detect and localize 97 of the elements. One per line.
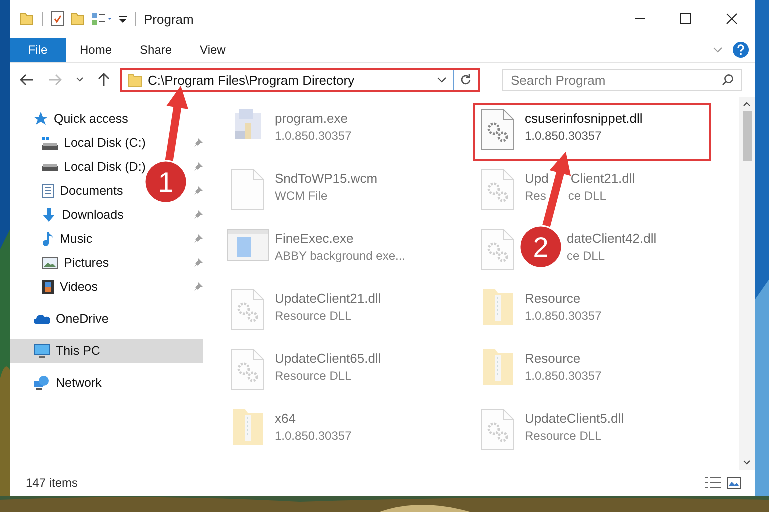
pin-icon[interactable]: [194, 138, 203, 148]
cloud-icon: [34, 314, 50, 324]
zipped-folder-icon: [233, 409, 263, 445]
nav-item[interactable]: OneDrive: [56, 312, 109, 326]
file-detail: WCM File: [275, 189, 329, 203]
gear-file-icon: [231, 289, 265, 331]
computer-icon: [34, 344, 50, 358]
gear-file-icon: [231, 349, 265, 391]
file-name: Upd: [525, 171, 549, 186]
chevron-down-icon[interactable]: [76, 77, 84, 83]
address-bar[interactable]: C:\Program Files\Program Directory: [120, 68, 480, 92]
file-icon: [231, 169, 265, 211]
window-title: Program: [144, 12, 194, 26]
nav-item[interactable]: Videos: [60, 280, 98, 294]
file-menu-button[interactable]: File: [10, 38, 66, 62]
file-name: Resource: [525, 291, 582, 306]
music-note-icon: [42, 232, 54, 246]
file-name: UpdateClient65.dll: [275, 351, 382, 366]
zipped-folder-icon: [483, 289, 513, 325]
pin-icon[interactable]: [194, 210, 203, 220]
drive-icon: [42, 164, 58, 170]
nav-item[interactable]: Network: [56, 376, 102, 390]
pin-icon[interactable]: [194, 282, 203, 292]
details-view-icon[interactable]: [705, 477, 721, 489]
gear-file-icon: [481, 409, 515, 451]
file-name: SndToWP15.wcm: [275, 171, 378, 186]
file-detail: 1.0.850.30357: [275, 129, 352, 143]
search-icon[interactable]: [722, 74, 734, 86]
file-name: UpdateClient21.dll: [275, 291, 382, 306]
scrollbar-thumb[interactable]: [742, 111, 752, 161]
nav-item[interactable]: Music: [60, 232, 93, 246]
gear-file-icon: [481, 229, 515, 271]
nav-item[interactable]: Documents: [60, 184, 124, 198]
file-name: Resource: [525, 351, 582, 366]
installer-icon: [235, 109, 261, 139]
film-icon: [42, 280, 54, 294]
ribbon-tab[interactable]: View: [186, 38, 240, 62]
scrollbar[interactable]: [739, 97, 755, 470]
dropdown-icon[interactable]: [119, 14, 127, 24]
file-item[interactable]: csuserinfosnippet.dll 1.0.850.30357: [473, 103, 711, 161]
scroll-down-icon[interactable]: [743, 460, 751, 466]
gear-file-icon: [481, 169, 515, 211]
star-icon: [34, 112, 48, 126]
file-name: program.exe: [275, 111, 349, 126]
help-icon[interactable]: [733, 42, 749, 58]
gear-file-icon: [481, 109, 515, 151]
nav-item[interactable]: This PC: [10, 339, 203, 363]
up-arrow-icon[interactable]: [98, 73, 110, 87]
file-detail: Resource DLL: [525, 429, 603, 443]
document-icon: [42, 184, 54, 198]
folder-icon: [128, 74, 142, 86]
pin-icon[interactable]: [194, 162, 203, 172]
ribbon-tab[interactable]: Home: [66, 38, 126, 62]
pin-icon[interactable]: [194, 186, 203, 196]
maximize-icon[interactable]: [680, 13, 692, 25]
large-icons-view-icon[interactable]: [727, 477, 741, 489]
nav-item[interactable]: Quick access: [54, 112, 128, 126]
file-detail: Resource DLL: [275, 369, 353, 383]
nav-item[interactable]: Local Disk (D:): [64, 160, 146, 174]
nav-item[interactable]: Downloads: [62, 208, 124, 222]
file-detail: ABBY background exe...: [275, 249, 406, 263]
file-name: UpdateClient5.dll: [525, 411, 624, 426]
network-icon: [34, 376, 50, 390]
file-name: csuserinfosnippet.dll: [525, 111, 643, 126]
scroll-up-icon[interactable]: [743, 101, 751, 107]
file-detail: Res: [525, 189, 546, 203]
file-detail: 1.0.850.30357: [525, 369, 602, 383]
application-window-icon: [227, 229, 269, 261]
search-field[interactable]: Search Program: [502, 69, 742, 91]
nav-label: This PC: [56, 344, 100, 358]
nav-item[interactable]: Pictures: [64, 256, 110, 270]
pictures-icon: [42, 257, 58, 269]
chevron-down-icon[interactable]: [437, 77, 447, 83]
file-name: x64: [275, 411, 297, 426]
address-path: C:\Program Files\Program Directory: [148, 72, 356, 88]
download-icon: [42, 208, 56, 222]
file-detail: ce DLL: [567, 249, 606, 263]
file-detail: 1.0.850.30357: [275, 429, 352, 443]
file-detail: 1.0.850.30357: [525, 309, 602, 323]
pin-icon[interactable]: [194, 258, 203, 268]
file-detail: Resource DLL: [275, 309, 353, 323]
pin-icon[interactable]: [194, 234, 203, 244]
file-name: Client21.dll: [570, 171, 636, 186]
zipped-folder-icon: [483, 349, 513, 385]
ribbon-tab[interactable]: Share: [126, 38, 186, 62]
refresh-icon[interactable]: [460, 74, 472, 86]
checklist-icon[interactable]: [51, 11, 65, 27]
properties-icon[interactable]: [91, 12, 113, 26]
file-detail: ce DLL: [568, 189, 606, 203]
close-icon[interactable]: [726, 13, 738, 25]
file-name: dateClient42.dll: [567, 231, 657, 246]
item-count: 147 items: [26, 476, 78, 490]
nav-item[interactable]: Local Disk (C:): [64, 136, 146, 150]
file-detail: 1.0.850.30357: [525, 129, 603, 143]
drive-icon: [42, 136, 58, 150]
file-name: FineExec.exe: [275, 231, 355, 246]
back-arrow-icon[interactable]: [20, 74, 34, 86]
